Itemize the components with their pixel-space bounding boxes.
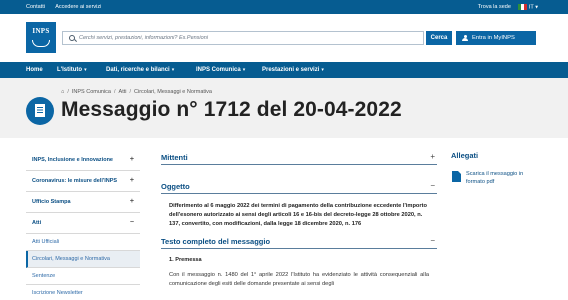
- expand-icon[interactable]: +: [130, 156, 134, 164]
- section-title: Oggetto: [161, 182, 190, 191]
- italian-flag-icon: [517, 4, 527, 10]
- language-selector[interactable]: IT ▾: [517, 4, 538, 11]
- page-hero: ⌂ / INPS Comunica / Atti / Circolari, Messaggi…: [0, 78, 568, 138]
- collapse-icon[interactable]: −: [430, 236, 435, 245]
- search-button[interactable]: Cerca: [426, 31, 452, 45]
- sidebar: INPS, Inclusione e Innovazione + Coronavi…: [26, 150, 140, 300]
- contatti-link[interactable]: Contatti: [26, 4, 45, 10]
- document-icon: [26, 97, 54, 125]
- sidebar-item-coronavirus[interactable]: Coronavirus: le misure dell'INPS +: [26, 171, 140, 192]
- section-title: Testo completo del messaggio: [161, 237, 271, 246]
- sidebar-subitem-circolari[interactable]: Circolari, Messaggi e Normativa: [26, 251, 140, 268]
- sidebar-item-label: Circolari, Messaggi e Normativa: [32, 256, 110, 262]
- sidebar-item-label: Iscrizione Newsletter: [32, 290, 83, 296]
- nav-item-istituto[interactable]: L'Istituto ▾: [57, 67, 87, 73]
- chevron-down-icon: ▾: [321, 67, 324, 73]
- nav-label: L'Istituto: [57, 67, 83, 73]
- premessa-paragraph: Con il messaggio n. 1480 del 1° aprile 2…: [169, 272, 429, 287]
- nav-label: INPS Comunica: [196, 67, 241, 73]
- collapse-icon[interactable]: −: [430, 181, 435, 190]
- sidebar-subitem-atti-ufficiali[interactable]: Atti Ufficiali: [26, 234, 140, 251]
- language-label: IT: [528, 4, 534, 11]
- nav-label: Dati, ricerche e bilanci: [106, 67, 170, 73]
- section-title: Mittenti: [161, 153, 188, 162]
- nav-item-dati-ricerche[interactable]: Dati, ricerche e bilanci ▾: [106, 67, 174, 73]
- sidebar-item-label: Sentenze: [32, 273, 56, 279]
- sidebar-subitem-sentenze[interactable]: Sentenze: [26, 268, 140, 285]
- pdf-file-icon: [452, 171, 461, 182]
- inps-logo[interactable]: INPS: [26, 22, 56, 53]
- oggetto-section-header[interactable]: Oggetto −: [161, 181, 437, 194]
- oggetto-text: Differimento al 6 maggio 2022 dei termin…: [169, 203, 427, 227]
- testo-section-header[interactable]: Testo completo del messaggio −: [161, 236, 437, 249]
- search-box: [62, 31, 424, 45]
- accedere-servizi-link[interactable]: Accedere ai servizi: [55, 4, 101, 10]
- home-icon[interactable]: ⌂: [61, 89, 64, 95]
- search-icon: [69, 35, 75, 41]
- top-utility-bar: Contatti Accedere ai servizi Trova la se…: [0, 0, 568, 14]
- allegati-panel: Allegati Scarica il messaggio in formato…: [451, 151, 541, 186]
- collapse-icon[interactable]: −: [130, 219, 134, 227]
- sidebar-item-label: INPS, Inclusione e Innovazione: [32, 157, 113, 163]
- breadcrumb-item[interactable]: Circolari, Messaggi e Normativa: [134, 89, 212, 95]
- breadcrumb-item[interactable]: INPS Comunica: [72, 89, 111, 95]
- nav-label: Home: [26, 67, 43, 73]
- sidebar-item-label: Ufficio Stampa: [32, 199, 71, 205]
- trova-sede-link[interactable]: Trova la sede: [478, 4, 511, 10]
- nav-item-prestazioni[interactable]: Prestazioni e servizi ▾: [262, 67, 324, 73]
- sidebar-item-label: Coronavirus: le misure dell'INPS: [32, 178, 118, 184]
- main-navigation: Home L'Istituto ▾ Dati, ricerche e bilanc…: [0, 62, 568, 78]
- breadcrumb: ⌂ / INPS Comunica / Atti / Circolari, Messaggi…: [61, 89, 212, 95]
- sidebar-item-atti[interactable]: Atti −: [26, 213, 140, 234]
- sidebar-item-label: Atti: [32, 220, 42, 226]
- mynps-login-button[interactable]: Entra in MyINPS: [456, 31, 536, 45]
- expand-icon[interactable]: +: [130, 198, 134, 206]
- chevron-down-icon: ▾: [535, 4, 538, 11]
- nav-label: Prestazioni e servizi: [262, 67, 320, 73]
- chevron-down-icon: ▾: [171, 67, 175, 73]
- page-title: Messaggio n° 1712 del 20-04-2022: [61, 98, 402, 121]
- expand-icon[interactable]: +: [130, 177, 134, 185]
- user-icon: [462, 34, 468, 42]
- logo-text: INPS: [32, 27, 50, 35]
- search-input[interactable]: [79, 32, 419, 44]
- allegati-title: Allegati: [451, 151, 479, 160]
- sidebar-item-inclusione[interactable]: INPS, Inclusione e Innovazione +: [26, 150, 140, 171]
- mynps-label: Entra in MyINPS: [472, 35, 515, 41]
- premessa-heading: 1. Premessa: [169, 257, 202, 263]
- download-label: Scarica il messaggio in formato pdf: [466, 171, 524, 185]
- sidebar-item-label: Atti Ufficiali: [32, 239, 60, 245]
- breadcrumb-item[interactable]: Atti: [119, 89, 127, 95]
- nav-item-home[interactable]: Home: [26, 67, 43, 73]
- sidebar-item-ufficio-stampa[interactable]: Ufficio Stampa +: [26, 192, 140, 213]
- site-header: INPS Cerca Entra in MyINPS: [0, 14, 568, 62]
- logo-arc-icon: [32, 40, 50, 47]
- nav-item-inps-comunica[interactable]: INPS Comunica ▾: [196, 67, 245, 73]
- chevron-down-icon: ▾: [84, 67, 87, 73]
- download-pdf-link[interactable]: Scarica il messaggio in formato pdf: [451, 170, 541, 186]
- sidebar-subitem-newsletter[interactable]: Iscrizione Newsletter: [26, 285, 140, 300]
- expand-icon[interactable]: +: [430, 152, 435, 161]
- main-content: Mittenti + Oggetto − Differimento al 6 mag…: [161, 150, 437, 289]
- mittenti-section-header[interactable]: Mittenti +: [161, 152, 437, 165]
- chevron-down-icon: ▾: [242, 67, 246, 73]
